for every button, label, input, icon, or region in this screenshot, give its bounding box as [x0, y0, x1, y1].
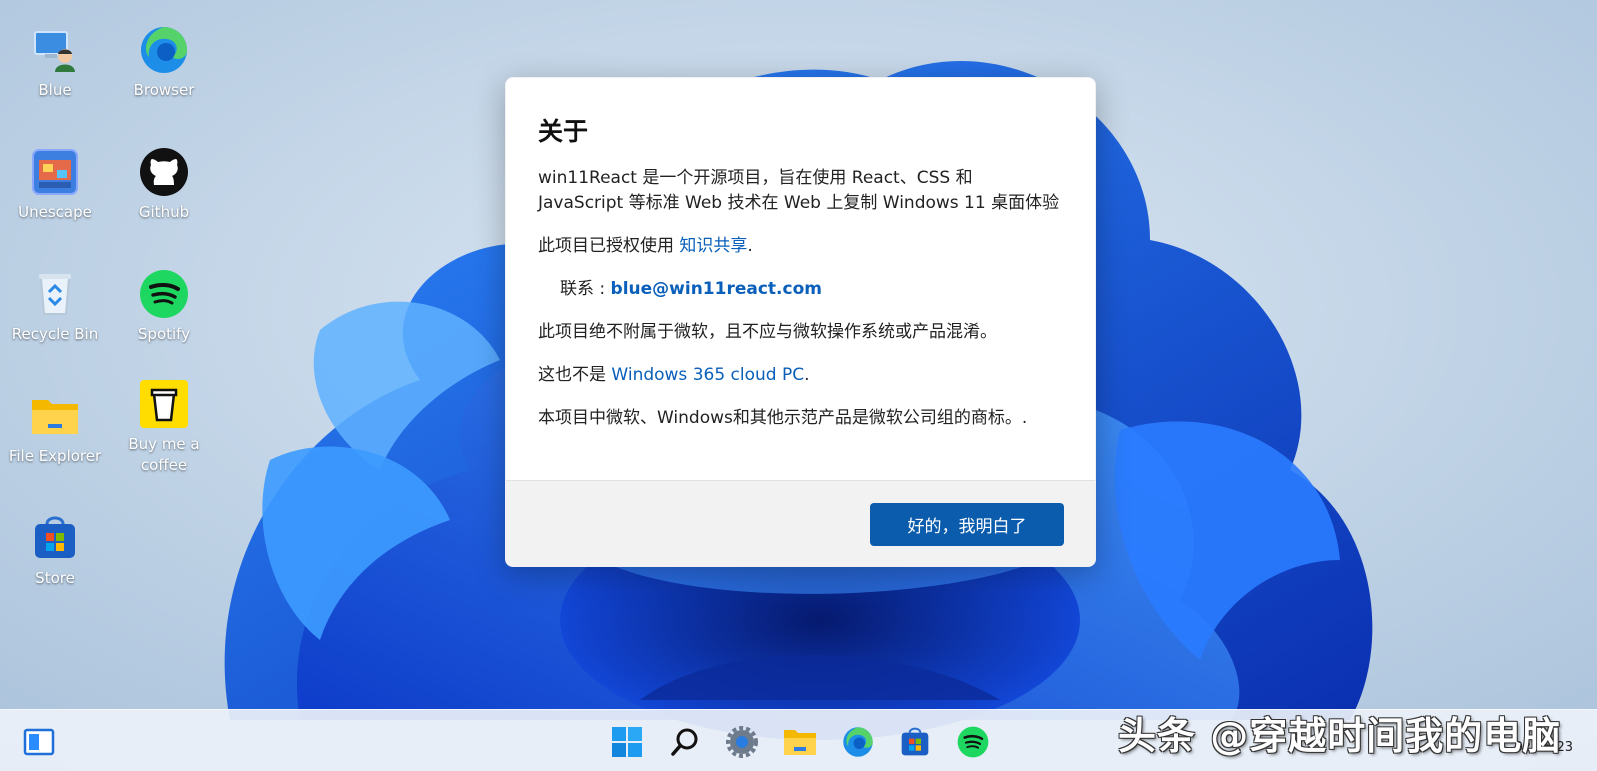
ok-understood-button[interactable]: 好的，我明白了 [870, 503, 1064, 546]
contact-label: 联系 : [560, 279, 611, 299]
unescape-game-icon [29, 146, 81, 198]
dialog-footer: 好的，我明白了 [506, 480, 1095, 566]
desktop-icon-label: Buy me a coffee [128, 435, 200, 474]
desktop-icon-label: Browser [133, 81, 195, 99]
desktop-icon-github[interactable]: Github [110, 126, 218, 236]
github-icon [138, 146, 190, 198]
cloud-pc-text: 这也不是 Windows 365 cloud PC. [538, 363, 1063, 388]
dialog-title: 关于 [538, 117, 589, 146]
desktop-icon-store[interactable]: Store [1, 492, 109, 602]
store-icon[interactable] [895, 722, 935, 762]
license-text: 此项目已授权使用 知识共享. [538, 234, 1063, 259]
license-suffix: . [747, 236, 753, 256]
license-link[interactable]: 知识共享 [679, 236, 747, 256]
desktop-icon-label: Store [35, 569, 75, 587]
cloud-suffix: . [804, 365, 810, 385]
desktop-icon-recycle-bin[interactable]: Recycle Bin [1, 248, 109, 358]
desktop-icon-label: Spotify [137, 325, 191, 343]
spotify-icon[interactable] [953, 722, 993, 762]
trademark-text: 本项目中微软、Windows和其他示范产品是微软公司组的商标。. [538, 408, 1028, 428]
desktop-icon-file-explorer[interactable]: File Explorer [1, 370, 109, 480]
desktop-icon-label: Blue [38, 81, 72, 99]
desktop-icon-browser[interactable]: Browser [110, 4, 218, 114]
contact-email-link[interactable]: blue@win11react.com [611, 279, 822, 299]
file-explorer-icon[interactable] [780, 722, 820, 762]
cloud-pc-link[interactable]: Windows 365 cloud PC [611, 365, 804, 385]
contact-line: 联系 : blue@win11react.com [538, 277, 1063, 302]
coffee-cup-icon [138, 378, 190, 430]
disclaimer-text: 此项目绝不附属于微软，且不应与微软操作系统或产品混淆。 [538, 322, 997, 342]
desktop-icon-label: Recycle Bin [11, 325, 99, 343]
edge-browser-icon[interactable] [838, 722, 878, 762]
about-dialog-body: 关于 win11React 是一个开源项目，旨在使用 React、CSS 和 J… [506, 78, 1095, 431]
about-dialog: 关于 win11React 是一个开源项目，旨在使用 React、CSS 和 J… [505, 77, 1096, 567]
cloud-prefix: 这也不是 [538, 365, 612, 385]
desktop-icon-label: Github [138, 203, 190, 221]
desktop-icon-unescape[interactable]: Unescape [1, 126, 109, 236]
desktop-icon-label: Unescape [18, 203, 92, 221]
start-icon[interactable] [607, 722, 647, 762]
spotify-icon [138, 268, 190, 320]
folder-icon [29, 390, 81, 442]
desktop-icon-buy-me-a-coffee[interactable]: Buy me a coffee [110, 358, 218, 488]
recycle-bin-icon [29, 268, 81, 320]
edge-browser-icon [138, 24, 190, 76]
intro-text: win11React 是一个开源项目，旨在使用 React、CSS 和 Java… [538, 168, 1060, 213]
user-computer-icon [29, 24, 81, 76]
desktop-icon-blue[interactable]: Blue [1, 4, 109, 114]
settings-gear-icon[interactable] [722, 722, 762, 762]
watermark-text: 头条 @穿越时间我的电脑 [1118, 714, 1562, 758]
widgets-icon[interactable] [19, 722, 59, 762]
desktop-icon-spotify[interactable]: Spotify [110, 248, 218, 358]
store-bag-icon [29, 512, 81, 564]
desktop-icon-label: File Explorer [8, 447, 102, 465]
license-prefix: 此项目已授权使用 [538, 236, 680, 256]
search-icon[interactable] [665, 722, 705, 762]
